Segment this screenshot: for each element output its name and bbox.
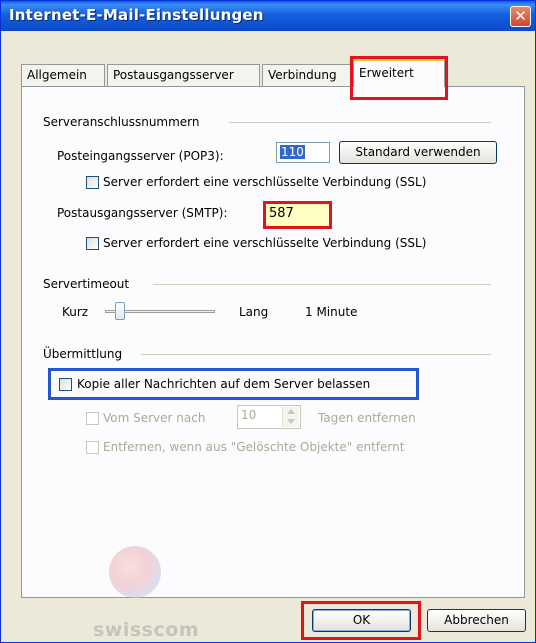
remove-after-prefix: Vom Server nach — [103, 411, 206, 425]
remove-deleted-checkbox[interactable] — [86, 441, 99, 454]
outgoing-ssl-checkbox[interactable] — [86, 237, 99, 250]
highlight-keep-copy — [48, 368, 419, 400]
timeout-short-label: Kurz — [62, 305, 89, 319]
tab-label: Verbindung — [268, 68, 337, 82]
tab-label: Postausgangsserver — [113, 68, 234, 82]
watermark-brand: swisscom — [93, 619, 200, 641]
remove-after-days-field[interactable]: 10 — [237, 405, 301, 429]
group-label-delivery: Übermittlung — [43, 347, 123, 361]
cancel-button[interactable]: Abbrechen — [427, 609, 526, 632]
use-default-button[interactable]: Standard verwenden — [339, 141, 497, 164]
dialog-window: Internet-E-Mail-Einstellungen ✕ Allgemei… — [0, 0, 536, 643]
close-icon: ✕ — [514, 7, 527, 25]
close-button[interactable]: ✕ — [510, 6, 531, 27]
incoming-port-value: 110 — [280, 145, 305, 159]
incoming-port-field[interactable]: 110 — [276, 142, 330, 163]
group-divider — [153, 284, 491, 285]
swisscom-logo-icon — [109, 546, 161, 598]
tab-allgemein[interactable]: Allgemein — [21, 64, 105, 86]
timeout-value-label: 1 Minute — [305, 305, 358, 319]
remove-after-suffix: Tagen entfernen — [318, 411, 416, 425]
remove-after-checkbox[interactable] — [86, 412, 99, 425]
timeout-long-label: Lang — [239, 305, 269, 319]
incoming-ssl-label: Server erfordert eine verschlüsselte Ver… — [103, 175, 427, 189]
spin-down-icon[interactable] — [287, 419, 295, 424]
outgoing-ssl-label: Server erfordert eine verschlüsselte Ver… — [103, 236, 427, 250]
highlight-ok-button — [301, 601, 421, 640]
group-label-timeout: Servertimeout — [43, 277, 130, 291]
tab-label: Allgemein — [27, 68, 87, 82]
highlight-erweitert-tab — [350, 56, 448, 100]
highlight-smtp-port — [263, 201, 332, 229]
remove-after-days-value: 10 — [241, 408, 257, 422]
days-spinner[interactable] — [282, 407, 299, 427]
incoming-server-label: Posteingangsserver (POP3): — [57, 149, 224, 163]
outgoing-server-label: Postausgangsserver (SMTP): — [57, 206, 228, 220]
window-title: Internet-E-Mail-Einstellungen — [9, 6, 264, 24]
timeout-slider-thumb[interactable] — [115, 302, 125, 320]
spin-up-icon[interactable] — [287, 409, 295, 414]
remove-deleted-label: Entfernen, wenn aus "Gelöschte Objekte" … — [103, 440, 405, 454]
tab-postausgangsserver[interactable]: Postausgangsserver — [107, 64, 260, 86]
tab-verbindung[interactable]: Verbindung — [262, 64, 351, 86]
group-divider — [229, 122, 491, 123]
group-label-server-ports: Serveranschlussnummern — [43, 115, 200, 129]
title-bar[interactable]: Internet-E-Mail-Einstellungen ✕ — [1, 1, 535, 31]
incoming-ssl-checkbox[interactable] — [86, 176, 99, 189]
group-divider — [141, 354, 491, 355]
